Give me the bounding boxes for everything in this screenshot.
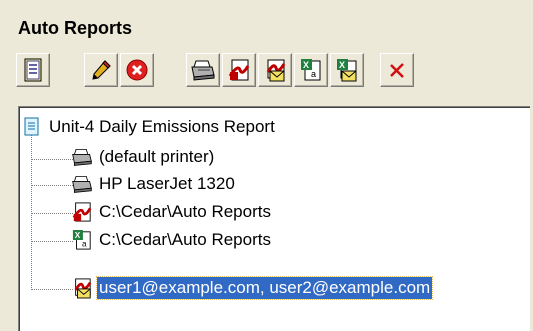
- svg-text:X: X: [75, 231, 81, 240]
- edit-button[interactable]: [84, 53, 118, 87]
- tree-item-label: HP LaserJet 1320: [99, 174, 235, 193]
- tree-root-label: Unit-4 Daily Emissions Report: [49, 117, 275, 136]
- svg-text:a: a: [311, 69, 316, 79]
- red-x-icon: [390, 63, 404, 78]
- delete-button[interactable]: [120, 53, 154, 87]
- remove-button[interactable]: [380, 53, 414, 87]
- page-title: Auto Reports: [18, 18, 132, 38]
- tree-item-excel[interactable]: X a C:\Cedar\Auto Reports: [71, 228, 273, 252]
- svg-text:a: a: [82, 239, 87, 248]
- report-tree[interactable]: Unit-4 Daily Emissions Report (default p…: [18, 106, 530, 331]
- tree-guide: [31, 289, 73, 290]
- tree-item-pdf[interactable]: C:\Cedar\Auto Reports: [71, 200, 273, 224]
- tree-guide: [31, 241, 73, 242]
- list-document-icon: [24, 58, 42, 82]
- tree-item-label: user1@example.com, user2@example.com: [95, 276, 434, 300]
- excel-file-icon: X a: [71, 229, 93, 251]
- tree-guide: [31, 213, 73, 214]
- excel-email-icon: X: [337, 59, 357, 82]
- tree-item-label: C:\Cedar\Auto Reports: [99, 202, 271, 221]
- report-properties-button[interactable]: [16, 53, 50, 87]
- svg-text:X: X: [303, 60, 309, 70]
- tree-item-printer[interactable]: HP LaserJet 1320: [71, 172, 237, 196]
- printer-icon: [71, 173, 93, 195]
- add-email-pdf-button[interactable]: [258, 53, 292, 87]
- report-document-icon: [21, 116, 43, 138]
- toolbar: X a X: [16, 53, 533, 89]
- tree-guide: [31, 159, 73, 160]
- tree-item-printer[interactable]: (default printer): [71, 145, 216, 169]
- printer-icon: [191, 60, 215, 81]
- add-email-excel-button[interactable]: X: [330, 53, 364, 87]
- add-pdf-button[interactable]: [222, 53, 256, 87]
- pdf-email-icon: [71, 277, 93, 299]
- tree-item-label: (default printer): [99, 147, 215, 166]
- svg-text:X: X: [339, 60, 345, 70]
- pdf-file-icon: [71, 201, 93, 223]
- tree-item-label: C:\Cedar\Auto Reports: [99, 230, 271, 249]
- pdf-email-icon: [266, 59, 286, 82]
- add-printer-button[interactable]: [186, 53, 220, 87]
- tree-guide: [31, 185, 73, 186]
- red-x-circle-icon: [126, 59, 148, 81]
- pdf-file-icon: [228, 59, 250, 81]
- tree-item-email[interactable]: user1@example.com, user2@example.com: [71, 276, 434, 300]
- tree-root-item[interactable]: Unit-4 Daily Emissions Report: [21, 115, 277, 139]
- pencil-icon: [92, 60, 111, 80]
- excel-file-icon: X a: [301, 59, 321, 81]
- add-excel-button[interactable]: X a: [294, 53, 328, 87]
- printer-icon: [71, 146, 93, 168]
